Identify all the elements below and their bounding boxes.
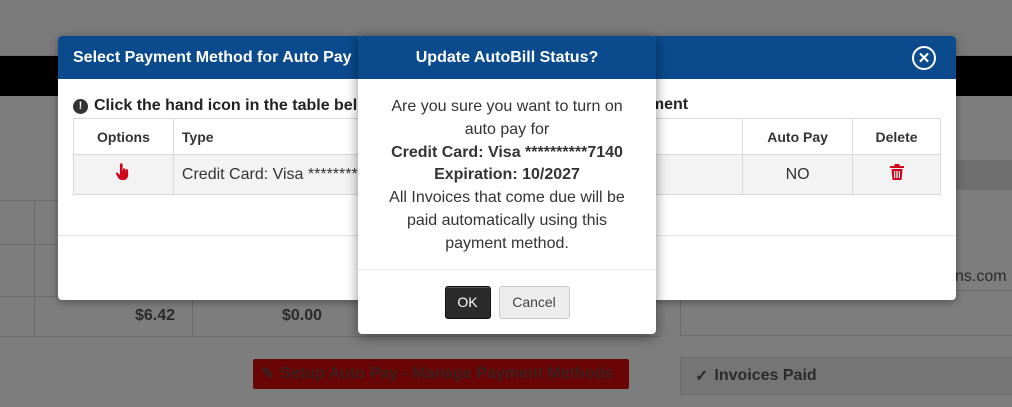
bg-amount-paid: $0.00 [282, 307, 323, 324]
payment-modal-title: Select Payment Method for Auto Pay [73, 48, 352, 66]
instruction-text: Click the hand icon in the table bel [94, 97, 358, 114]
hand-pointer-icon[interactable] [115, 163, 131, 185]
ok-button[interactable]: OK [444, 285, 491, 319]
confirm-card: Credit Card: Visa **********7140 [391, 143, 623, 161]
trash-icon[interactable] [889, 164, 904, 184]
confirm-modal-title: Update AutoBill Status? [415, 48, 599, 66]
select-cell [73, 154, 174, 195]
bg-table-line [0, 336, 660, 337]
setup-auto-pay-label: Setup Auto Pay - Manage Payment Methods [280, 365, 614, 382]
setup-auto-pay-button[interactable]: ✎ Setup Auto Pay - Manage Payment Method… [253, 359, 629, 389]
close-circle-icon[interactable]: ✕ [912, 46, 936, 70]
confirm-note: All Invoices that come due will be paid … [389, 189, 625, 252]
confirm-expiration: Expiration: 10/2027 [434, 166, 580, 184]
exclamation-circle-icon: ! [73, 98, 88, 114]
column-header-options: Options [73, 118, 174, 155]
delete-cell [852, 154, 941, 195]
bg-amount-due: $6.42 [135, 307, 176, 324]
column-header-auto-pay: Auto Pay [742, 118, 854, 155]
check-icon: ✓ [695, 368, 709, 385]
confirm-modal-body: Are you sure you want to turn on auto pa… [358, 79, 656, 269]
confirm-modal-header: Update AutoBill Status? [358, 36, 656, 79]
cancel-button[interactable]: Cancel [498, 285, 570, 319]
bg-email-fragment: ns.com [955, 268, 1007, 285]
invoices-paid-label: Invoices Paid [714, 367, 817, 384]
confirm-modal-footer: OK Cancel [358, 270, 656, 334]
bg-table-divider [34, 200, 35, 336]
column-header-delete: Delete [852, 118, 941, 155]
update-autobill-modal: Update AutoBill Status? Are you sure you… [358, 36, 656, 334]
confirm-question: Are you sure you want to turn on auto pa… [391, 98, 623, 138]
auto-pay-cell: NO [742, 154, 854, 195]
invoices-paid-header[interactable]: ✓ Invoices Paid [680, 357, 1012, 395]
magic-wand-icon: ✎ [261, 366, 275, 383]
